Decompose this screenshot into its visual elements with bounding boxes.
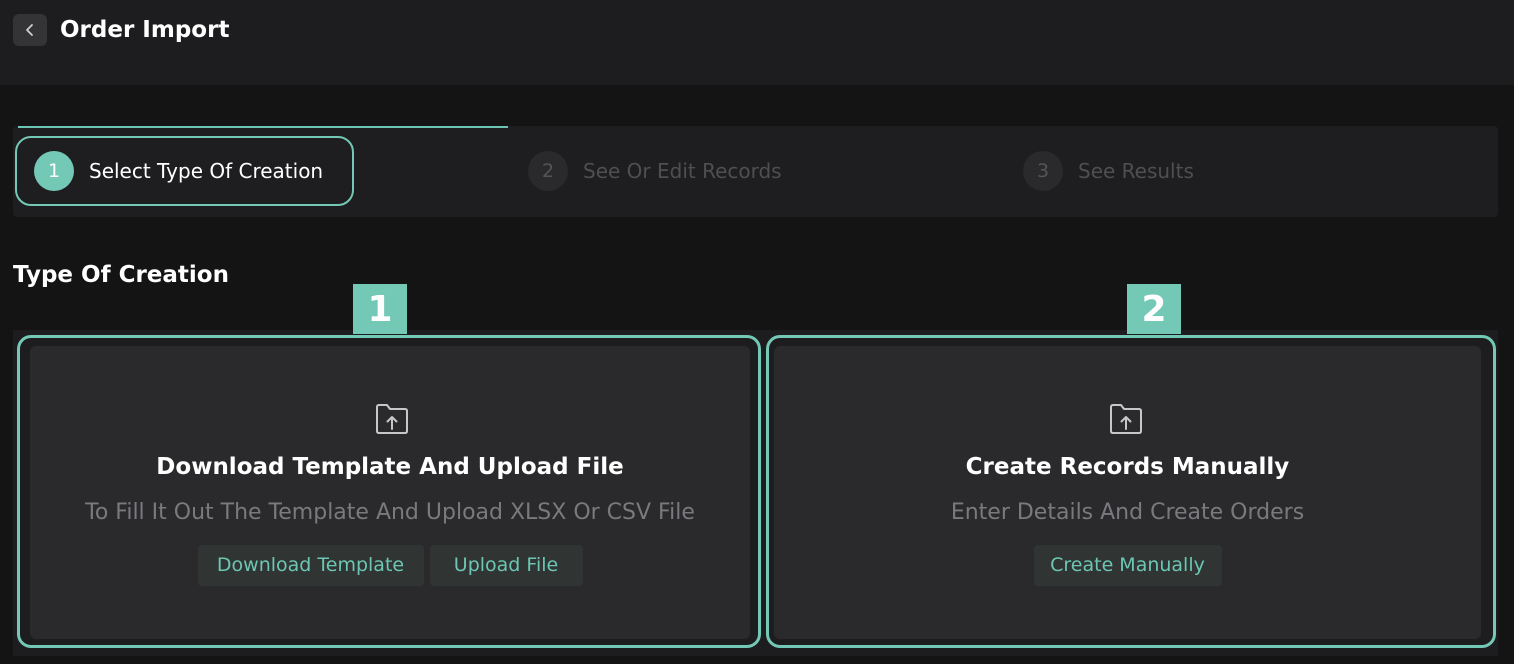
step-select-type[interactable]: 1 Select Type Of Creation [15, 136, 354, 206]
page-header: Order Import [0, 0, 1514, 85]
stepper-progress-bar [18, 126, 508, 128]
page-title: Order Import [60, 17, 230, 43]
stepper: 1 Select Type Of Creation 2 See Or Edit … [13, 126, 1498, 217]
annotation-outline-1 [17, 335, 761, 648]
back-button[interactable] [13, 14, 47, 46]
step-label: Select Type Of Creation [89, 159, 324, 183]
step-see-results[interactable]: 3 See Results [1023, 136, 1194, 206]
step-label: See Or Edit Records [583, 159, 782, 183]
annotation-marker-1: 1 [353, 284, 407, 334]
step-label: See Results [1078, 159, 1194, 183]
annotation-marker-2: 2 [1127, 284, 1181, 334]
chevron-left-icon [26, 24, 33, 36]
step-number: 3 [1023, 151, 1063, 191]
step-number: 1 [34, 151, 74, 191]
step-number: 2 [528, 151, 568, 191]
step-see-edit-records[interactable]: 2 See Or Edit Records [528, 136, 782, 206]
annotation-outline-2 [766, 335, 1496, 648]
section-title: Type Of Creation [13, 262, 229, 288]
